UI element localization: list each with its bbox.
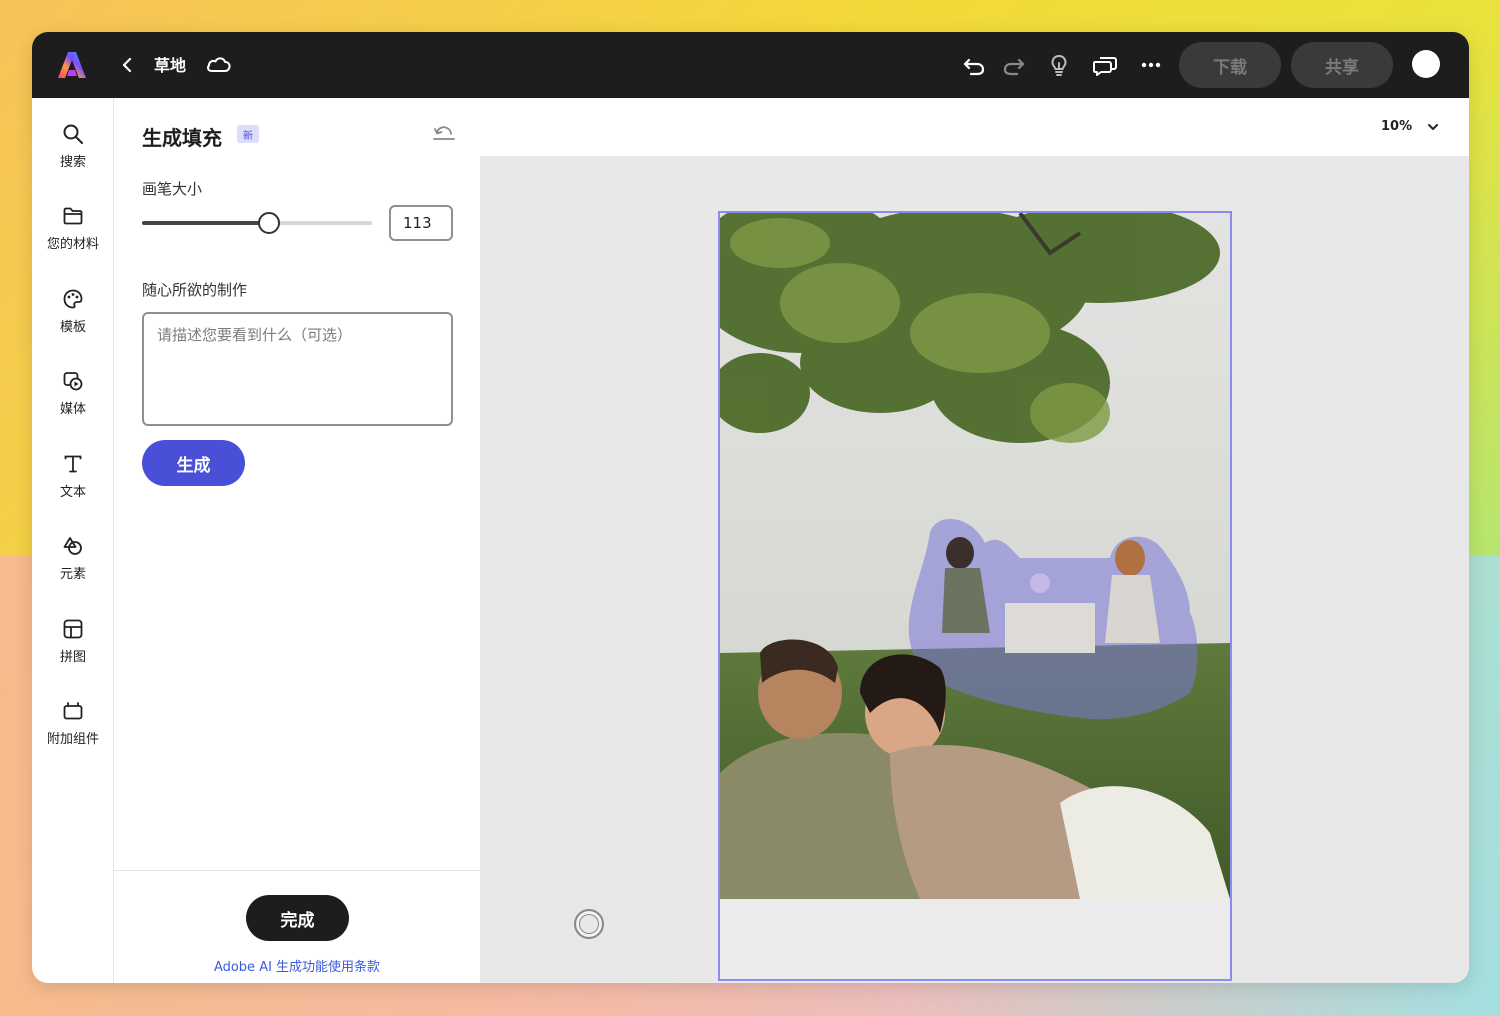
chevron-down-icon[interactable] <box>1426 120 1440 134</box>
terms-link[interactable]: Adobe AI 生成功能使用条款 <box>114 956 480 975</box>
prompt-label: 随心所欲的制作 <box>142 281 248 299</box>
slider-fill <box>142 221 269 225</box>
top-bar: 草地 下载 共享 <box>32 32 1469 98</box>
text-icon <box>64 455 82 473</box>
rail-item-your-stuff[interactable]: 您的材料 <box>32 205 114 275</box>
rail-label: 拼图 <box>59 650 86 665</box>
document-title[interactable]: 草地 <box>154 52 186 76</box>
grid-icon <box>63 619 83 639</box>
prompt-textarea[interactable]: 请描述您要看到什么（可选） <box>142 312 453 426</box>
rail-label: 搜索 <box>59 155 86 170</box>
rail-label: 模板 <box>59 320 86 335</box>
rail-label: 您的材料 <box>46 237 99 252</box>
rail-label: 元素 <box>59 567 86 582</box>
redo-icon[interactable] <box>1000 51 1028 79</box>
download-button[interactable]: 下载 <box>1179 42 1281 88</box>
rail-item-templates[interactable]: 模板 <box>32 288 114 358</box>
search-icon <box>63 124 83 144</box>
rail-item-elements[interactable]: 元素 <box>32 535 114 605</box>
slider-handle[interactable] <box>257 212 280 234</box>
meadow-photo[interactable] <box>720 213 1230 899</box>
user-avatar[interactable] <box>1412 50 1440 78</box>
generative-fill-panel: 生成填充 新 画笔大小 113 随心所欲的制作 请描述您要看到什么（可选） 生成… <box>114 98 480 983</box>
rail-label: 文本 <box>59 485 86 500</box>
artboard[interactable] <box>718 211 1232 981</box>
template-icon <box>63 289 83 309</box>
lightbulb-icon[interactable] <box>1045 51 1073 79</box>
left-rail: 搜索 您的材料 模板 媒体 文本 元素 拼图 附加组件 <box>32 98 114 983</box>
back-chevron-icon[interactable] <box>120 53 134 77</box>
rail-item-grids[interactable]: 拼图 <box>32 618 114 688</box>
adobe-express-logo-icon[interactable] <box>58 50 86 80</box>
media-icon <box>63 372 83 391</box>
more-icon[interactable] <box>1137 51 1165 79</box>
rail-label: 媒体 <box>59 402 86 417</box>
new-badge: 新 <box>237 125 259 143</box>
undo-icon[interactable] <box>960 51 988 79</box>
done-button[interactable]: 完成 <box>246 895 349 941</box>
comment-icon[interactable] <box>1091 51 1119 79</box>
folder-icon <box>63 207 83 225</box>
share-button[interactable]: 共享 <box>1291 42 1393 88</box>
canvas-area[interactable] <box>480 156 1469 983</box>
brush-size-label: 画笔大小 <box>142 180 203 198</box>
generate-button[interactable]: 生成 <box>142 440 245 486</box>
brush-size-input[interactable]: 113 <box>389 205 453 241</box>
brush-cursor <box>574 909 604 939</box>
rail-item-text[interactable]: 文本 <box>32 453 114 523</box>
rail-item-media[interactable]: 媒体 <box>32 370 114 440</box>
zoom-level[interactable]: 10% <box>1381 119 1412 134</box>
rail-item-addons[interactable]: 附加组件 <box>32 700 114 770</box>
rail-item-search[interactable]: 搜索 <box>32 123 114 193</box>
addons-icon <box>63 702 83 720</box>
footer-divider <box>114 870 480 871</box>
shapes-icon <box>63 537 82 555</box>
canvas-toolbar: 10% <box>480 98 1469 156</box>
cloud-sync-icon[interactable] <box>205 52 233 76</box>
app-window: 草地 下载 共享 搜索 您的材料 模板 媒体 文本 元素 拼图 附加组件 生成填… <box>32 32 1469 983</box>
rail-label: 附加组件 <box>46 732 99 747</box>
reset-icon[interactable] <box>432 122 456 146</box>
panel-title: 生成填充 <box>142 126 222 150</box>
